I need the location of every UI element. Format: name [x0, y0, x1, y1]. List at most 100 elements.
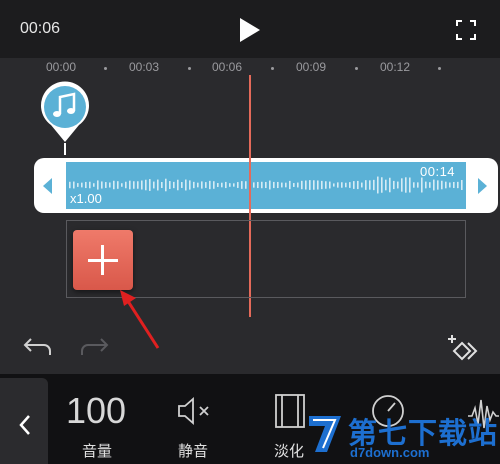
audio-clip-waveform[interactable]	[66, 162, 466, 209]
waveform-bar	[169, 181, 171, 189]
tick-label: 00:12	[380, 60, 411, 74]
waveform-bar	[349, 182, 351, 188]
clip-trim-left-handle[interactable]	[40, 176, 56, 196]
waveform-bar	[293, 183, 295, 187]
waveform-bar	[185, 179, 187, 191]
waveform-bar	[97, 180, 99, 190]
tick-label: 00:06	[212, 60, 243, 74]
waveform-bar	[273, 181, 275, 189]
clip-duration: 00:14	[420, 164, 456, 179]
chevron-left-icon	[19, 415, 30, 435]
waveform-bar	[373, 179, 375, 191]
waveform-bar	[265, 181, 267, 189]
waveform-bar	[261, 181, 263, 189]
waveform-bar	[237, 182, 239, 188]
waveform-bar	[141, 180, 143, 190]
volume-label: 音量	[82, 443, 113, 460]
waveform-bar	[69, 181, 71, 189]
waveform-bar	[241, 181, 243, 189]
waveform-bar	[225, 181, 227, 189]
current-time: 00:06	[20, 20, 61, 37]
waveform-bar	[177, 179, 179, 191]
waveform-bar	[445, 181, 447, 189]
waveform-bar	[437, 180, 439, 190]
marker-stem	[64, 143, 66, 155]
waveform-bar	[149, 179, 151, 191]
waveform-bar	[209, 180, 211, 190]
waveform-bar	[357, 180, 359, 190]
waveform-bar	[77, 183, 79, 187]
waveform-bar	[197, 182, 199, 188]
waveform-bar	[361, 182, 363, 188]
mute-label[interactable]: 静音	[178, 440, 208, 461]
waveform-bar	[393, 180, 395, 190]
redo-icon[interactable]	[80, 337, 110, 359]
waveform-bar	[85, 181, 87, 189]
waveform-bar	[109, 182, 111, 188]
waveform-bar	[297, 182, 299, 188]
waveform-bar	[269, 180, 271, 190]
fullscreen-icon[interactable]	[456, 20, 476, 40]
waveform-bar	[421, 177, 423, 193]
waveform-bar	[277, 181, 279, 189]
waveform-bar	[385, 179, 387, 191]
waveform	[69, 176, 463, 194]
watermark-logo	[309, 416, 341, 452]
waveform-bar	[353, 181, 355, 189]
clip-speed: x1.00	[70, 191, 102, 206]
waveform-bar	[133, 181, 135, 189]
waveform-bar	[81, 182, 83, 188]
waveform-bar	[389, 177, 391, 193]
waveform-bar	[93, 183, 95, 187]
waveform-bar	[341, 182, 343, 188]
volume-value[interactable]: 100	[66, 390, 126, 432]
waveform-bar	[337, 182, 339, 188]
waveform-bar	[257, 181, 259, 189]
mute-icon[interactable]	[177, 396, 213, 426]
waveform-bar	[441, 180, 443, 190]
waveform-bar	[145, 179, 147, 191]
music-note-icon[interactable]	[39, 81, 91, 143]
waveform-bar	[125, 181, 127, 189]
waveform-bar	[205, 182, 207, 188]
fade-label[interactable]: 淡化	[274, 440, 304, 461]
play-icon[interactable]	[239, 17, 261, 43]
waveform-bar	[401, 178, 403, 192]
waveform-bar	[397, 181, 399, 189]
waveform-bar	[193, 181, 195, 189]
keyframe-icon[interactable]	[446, 333, 480, 363]
waveform-bar	[181, 182, 183, 188]
waveform-bar	[309, 180, 311, 190]
waveform-bar	[429, 182, 431, 188]
waveform-bar	[233, 183, 235, 187]
waveform-bar	[173, 181, 175, 189]
plus-icon	[101, 245, 104, 275]
waveform-bar	[305, 180, 307, 190]
waveform-bar	[425, 181, 427, 189]
annotation-arrow	[120, 290, 160, 349]
tick-dot	[188, 67, 191, 70]
waveform-bar	[413, 182, 415, 188]
waveform-bar	[221, 182, 223, 188]
waveform-bar	[101, 181, 103, 189]
waveform-bar	[153, 181, 155, 189]
clip-trim-right-handle[interactable]	[474, 176, 490, 196]
tick-dot	[355, 67, 358, 70]
waveform-bar	[405, 177, 407, 193]
waveform-bar	[121, 183, 123, 187]
waveform-bar	[89, 181, 91, 189]
fade-icon[interactable]	[274, 393, 306, 429]
waveform-bar	[461, 180, 463, 190]
waveform-bar	[189, 180, 191, 190]
waveform-bar	[281, 182, 283, 188]
waveform-bar	[345, 182, 347, 188]
undo-icon[interactable]	[22, 337, 52, 359]
waveform-bar	[457, 181, 459, 189]
tick-label: 00:03	[129, 60, 160, 74]
waveform-bar	[449, 182, 451, 188]
waveform-bar	[329, 181, 331, 189]
waveform-bar	[165, 178, 167, 192]
waveform-bar	[105, 182, 107, 188]
waveform-bar	[301, 180, 303, 190]
waveform-bar	[253, 182, 255, 188]
